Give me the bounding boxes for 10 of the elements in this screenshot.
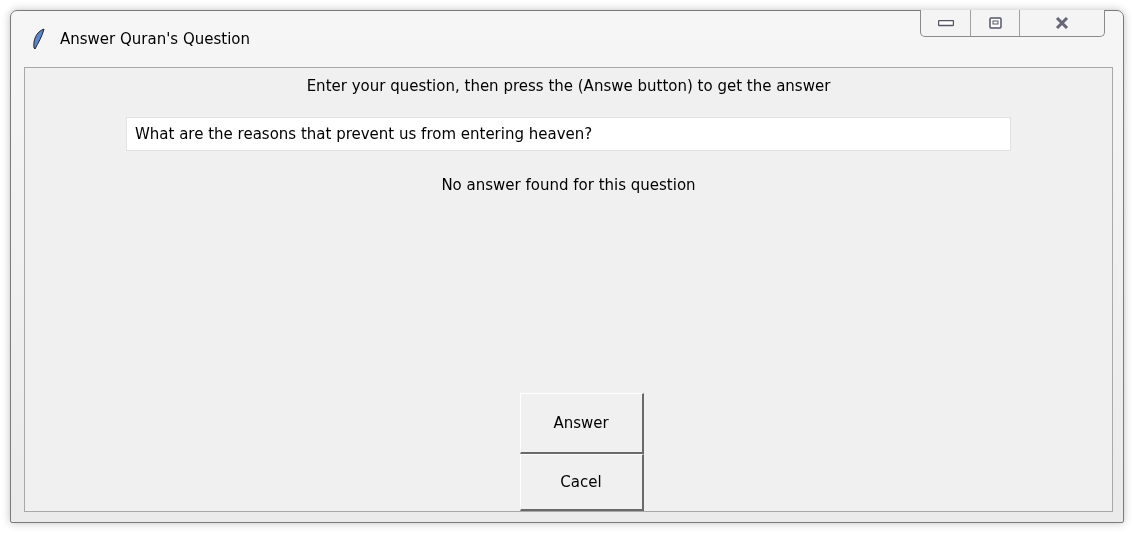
feather-icon [32, 28, 46, 50]
maximize-icon [988, 17, 1002, 29]
window-title: Answer Quran's Question [60, 30, 250, 48]
question-field[interactable]: What are the reasons that prevent us from entering heaven? [126, 117, 1011, 151]
close-icon [1055, 17, 1069, 29]
instruction-text: Enter your question, then press the (Answe button) to get the answer [306, 77, 831, 95]
result-text: No answer found for this question [441, 176, 696, 194]
answer-button[interactable]: Answer [519, 393, 644, 454]
cancel-button[interactable]: Cacel [519, 454, 644, 511]
minimize-icon [937, 19, 954, 27]
